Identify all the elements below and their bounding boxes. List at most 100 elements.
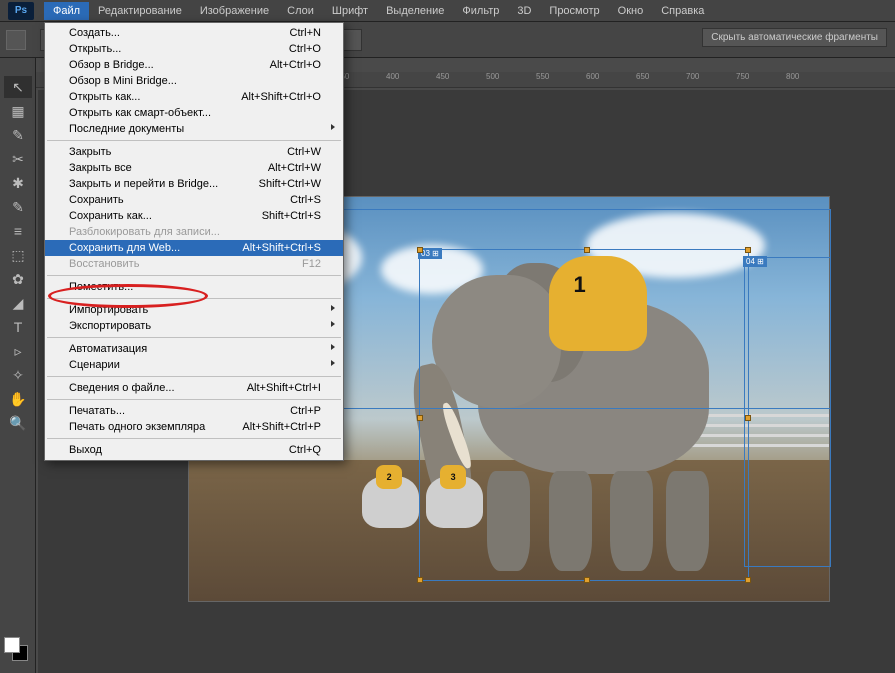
menu-item-shortcut: Alt+Shift+Ctrl+S: [242, 242, 321, 254]
menu-фильтр[interactable]: Фильтр: [453, 2, 508, 20]
tools-panel: ↖▦✎✂✱✎≡⬚✿◢T▹✧✋🔍: [0, 58, 36, 673]
tool-preset-icon[interactable]: [6, 30, 26, 50]
menu-item-label: Закрыть и перейти в Bridge...: [69, 178, 218, 190]
tool-6[interactable]: ≡: [4, 220, 32, 242]
menu-item-shortcut: Shift+Ctrl+S: [262, 210, 321, 222]
menu-item-label: Обзор в Bridge...: [69, 59, 154, 71]
ruler-tick: 500: [486, 72, 499, 81]
menu-item-shortcut: Ctrl+W: [287, 146, 321, 158]
tool-1[interactable]: ▦: [4, 100, 32, 122]
slice-03[interactable]: 03 ⊞: [419, 249, 749, 581]
menu-item--mini-bridge-[interactable]: Обзор в Mini Bridge...: [45, 73, 343, 89]
menu-item--[interactable]: Открыть...Ctrl+O: [45, 41, 343, 57]
menu-item--: ВосстановитьF12: [45, 256, 343, 272]
menu-separator: [47, 140, 341, 141]
menu-item--[interactable]: Сохранить как... Shift+Ctrl+S: [45, 208, 343, 224]
menu-item-label: Сохранить: [69, 194, 124, 206]
slice-handle[interactable]: [745, 577, 751, 583]
tool-14[interactable]: 🔍: [4, 412, 32, 434]
menu-item--web-[interactable]: Сохранить для Web...Alt+Shift+Ctrl+S: [45, 240, 343, 256]
menu-item--[interactable]: Открыть как смарт-объект...: [45, 105, 343, 121]
hide-auto-fragments-button[interactable]: Скрыть автоматические фрагменты: [702, 28, 887, 47]
tool-4[interactable]: ✱: [4, 172, 32, 194]
menu-3d[interactable]: 3D: [508, 2, 540, 20]
menu-редактирование[interactable]: Редактирование: [89, 2, 191, 20]
menu-item-shortcut: Alt+Ctrl+W: [268, 162, 321, 174]
menu-item--bridge-[interactable]: Обзор в Bridge...Alt+Ctrl+O: [45, 57, 343, 73]
menu-item--[interactable]: Сведения о файле...Alt+Shift+Ctrl+I: [45, 380, 343, 396]
slice-handle[interactable]: [745, 247, 751, 253]
menu-item--[interactable]: Экспортировать: [45, 318, 343, 334]
ruler-tick: 750: [736, 72, 749, 81]
menu-item-shortcut: F12: [302, 258, 321, 270]
slice-handle[interactable]: [417, 415, 423, 421]
menu-item-label: Открыть как...: [69, 91, 140, 103]
menu-item-label: Разблокировать для записи...: [69, 226, 220, 238]
menu-separator: [47, 399, 341, 400]
menu-item-label: Импортировать: [69, 304, 148, 316]
menu-item--[interactable]: Создать...Ctrl+N: [45, 25, 343, 41]
menu-изображение[interactable]: Изображение: [191, 2, 278, 20]
menu-слои[interactable]: Слои: [278, 2, 323, 20]
menu-окно[interactable]: Окно: [609, 2, 653, 20]
submenu-arrow-icon: [331, 321, 335, 327]
submenu-arrow-icon: [331, 360, 335, 366]
foreground-swatch[interactable]: [4, 637, 20, 653]
ruler-tick: 550: [536, 72, 549, 81]
tool-7[interactable]: ⬚: [4, 244, 32, 266]
menu-item-label: Экспортировать: [69, 320, 151, 332]
tool-12[interactable]: ✧: [4, 364, 32, 386]
color-swatches[interactable]: [4, 637, 30, 663]
menu-item-label: Печать одного экземпляра: [69, 421, 205, 433]
slice-tag: 04 ⊞: [743, 256, 767, 267]
menu-item-label: Сценарии: [69, 359, 120, 371]
menu-item--[interactable]: Печать одного экземпляра Alt+Shift+Ctrl+P: [45, 419, 343, 435]
submenu-arrow-icon: [331, 344, 335, 350]
slice-04[interactable]: 04 ⊞: [744, 257, 831, 567]
tool-9[interactable]: ◢: [4, 292, 32, 314]
ruler-tick: 650: [636, 72, 649, 81]
menu-item--[interactable]: Последние документы: [45, 121, 343, 137]
tool-2[interactable]: ✎: [4, 124, 32, 146]
ruler-tick: 450: [436, 72, 449, 81]
menu-item--bridge-[interactable]: Закрыть и перейти в Bridge... Shift+Ctrl+…: [45, 176, 343, 192]
menu-item-shortcut: Ctrl+Q: [289, 444, 321, 456]
menu-item--[interactable]: Сценарии: [45, 357, 343, 373]
menu-item-shortcut: Ctrl+S: [290, 194, 321, 206]
menu-item-shortcut: Alt+Shift+Ctrl+O: [241, 91, 321, 103]
slice-handle[interactable]: [417, 577, 423, 583]
tool-3[interactable]: ✂: [4, 148, 32, 170]
menu-item-shortcut: Alt+Shift+Ctrl+P: [242, 421, 321, 433]
menu-item-shortcut: Shift+Ctrl+W: [259, 178, 321, 190]
menu-separator: [47, 376, 341, 377]
tool-5[interactable]: ✎: [4, 196, 32, 218]
menu-item-label: Сохранить как...: [69, 210, 152, 222]
slice-handle[interactable]: [417, 247, 423, 253]
slice-handle[interactable]: [584, 247, 590, 253]
menu-item--[interactable]: Автоматизация: [45, 341, 343, 357]
tool-8[interactable]: ✿: [4, 268, 32, 290]
menu-выделение[interactable]: Выделение: [377, 2, 453, 20]
menu-item--[interactable]: Закрыть всеAlt+Ctrl+W: [45, 160, 343, 176]
menu-шрифт[interactable]: Шрифт: [323, 2, 377, 20]
menu-item--[interactable]: Поместить...: [45, 279, 343, 295]
menu-item-label: Сведения о файле...: [69, 382, 175, 394]
menu-item--[interactable]: Открыть как... Alt+Shift+Ctrl+O: [45, 89, 343, 105]
menu-item--[interactable]: Сохранить Ctrl+S: [45, 192, 343, 208]
menu-справка[interactable]: Справка: [652, 2, 713, 20]
menu-item--[interactable]: ВыходCtrl+Q: [45, 442, 343, 458]
tool-11[interactable]: ▹: [4, 340, 32, 362]
menu-item-label: Открыть как смарт-объект...: [69, 107, 211, 119]
tool-10[interactable]: T: [4, 316, 32, 338]
menu-separator: [47, 438, 341, 439]
tool-0[interactable]: ↖: [4, 76, 32, 98]
menu-item-label: Обзор в Mini Bridge...: [69, 75, 177, 87]
menu-item--[interactable]: Печатать...Ctrl+P: [45, 403, 343, 419]
menu-файл[interactable]: Файл: [44, 2, 89, 20]
tool-13[interactable]: ✋: [4, 388, 32, 410]
menu-separator: [47, 275, 341, 276]
menu-item--[interactable]: Импортировать: [45, 302, 343, 318]
slice-handle[interactable]: [584, 577, 590, 583]
menu-просмотр[interactable]: Просмотр: [540, 2, 608, 20]
menu-item--[interactable]: ЗакрытьCtrl+W: [45, 144, 343, 160]
